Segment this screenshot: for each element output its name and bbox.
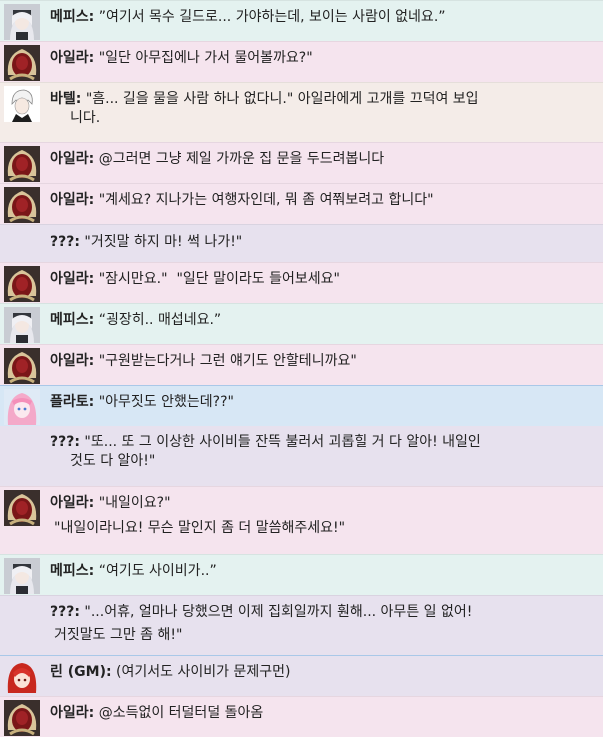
- speaker-name: 린 (GM):: [50, 664, 112, 680]
- speaker-name: ???:: [50, 604, 80, 620]
- speaker-name: 아일라:: [50, 271, 95, 287]
- message-text: @그러면 그냥 제일 가까운 집 문을 두드려봅니다: [98, 151, 385, 167]
- message-text: “여기도 사이비가..”: [98, 563, 217, 579]
- ayla-avatar-icon: [4, 490, 40, 526]
- message-text: ”여기서 목수 길드로... 가야하는데, 보이는 사람이 없네요.”: [98, 9, 446, 25]
- chat-message: 린 (GM): (여기서도 사이비가 문제구먼): [0, 655, 603, 696]
- speaker-name: 메피스:: [50, 9, 95, 25]
- speaker-name: 아일라:: [50, 353, 95, 369]
- speaker-name: ???:: [50, 234, 80, 250]
- chat-message: 아일라: "구원받는다거나 그런 얘기도 안할테니까요": [0, 344, 603, 385]
- rin-avatar-icon: [4, 659, 40, 695]
- ayla-avatar-icon: [4, 700, 40, 736]
- chat-message: 아일라: "내일이요?" "내일이라니요! 무슨 말인지 좀 더 말씀해주세요!…: [0, 486, 603, 554]
- plato-avatar-icon: [4, 389, 40, 425]
- message-text-continued: 거짓말도 그만 좀 해!": [54, 627, 183, 643]
- message-text: "거짓말 하지 마! 썩 나가!": [84, 234, 243, 250]
- message-text: “굉장히.. 매섭네요.”: [98, 312, 222, 328]
- speaker-name: 아일라:: [50, 705, 95, 721]
- message-text-continued: 니다.: [70, 110, 101, 126]
- ayla-avatar-icon: [4, 348, 40, 384]
- mephis-avatar-icon: [4, 558, 40, 594]
- chat-message: 플라토: "아무짓도 안했는데??": [0, 385, 603, 426]
- message-text: "아무짓도 안했는데??": [98, 394, 234, 410]
- message-text: (여기서도 사이비가 문제구먼): [116, 664, 291, 680]
- speaker-name: 아일라:: [50, 495, 95, 511]
- chat-message: 아일라: @소득없이 터덜터덜 돌아옴: [0, 696, 603, 737]
- message-text: @소득없이 터덜터덜 돌아옴: [98, 705, 264, 721]
- chat-message: 메피스: ”여기서 목수 길드로... 가야하는데, 보이는 사람이 없네요.”: [0, 0, 603, 41]
- speaker-name: 메피스:: [50, 563, 95, 579]
- speaker-name: 바텔:: [50, 91, 82, 107]
- chat-message: 아일라: "계세요? 지나가는 여행자인데, 뭐 좀 여쭤보려고 합니다": [0, 183, 603, 224]
- chat-message: 메피스: “여기도 사이비가..”: [0, 554, 603, 595]
- speaker-name: 플라토:: [50, 394, 95, 410]
- mephis-avatar-icon: [4, 4, 40, 40]
- chat-message: 메피스: “굉장히.. 매섭네요.”: [0, 303, 603, 344]
- message-text: "흠... 길을 물을 사람 하나 없다니." 아일라에게 고개를 끄덕여 보입: [85, 91, 479, 107]
- message-text: "일단 아무집에나 가서 물어볼까요?": [98, 50, 313, 66]
- message-text: "구원받는다거나 그런 얘기도 안할테니까요": [98, 353, 357, 369]
- speaker-name: 아일라:: [50, 192, 95, 208]
- mephis-avatar-icon: [4, 307, 40, 343]
- speaker-name: 아일라:: [50, 151, 95, 167]
- chat-message: ???: "거짓말 하지 마! 썩 나가!": [0, 224, 603, 262]
- ayla-avatar-icon: [4, 146, 40, 182]
- speaker-name: 메피스:: [50, 312, 95, 328]
- ayla-avatar-icon: [4, 45, 40, 81]
- message-text-continued: 것도 다 알아!": [70, 453, 156, 469]
- chat-message: ???: "또... 또 그 이상한 사이비들 잔뜩 불러서 괴롭힐 거 다 알…: [0, 426, 603, 486]
- speaker-name: ???:: [50, 434, 80, 450]
- chat-message: 아일라: "일단 아무집에나 가서 물어볼까요?": [0, 41, 603, 82]
- message-text: "내일이요?": [98, 495, 171, 511]
- message-text-line2: "내일이라니요! 무슨 말인지 좀 더 말씀해주세요!": [54, 520, 346, 536]
- chat-message: 바텔: "흠... 길을 물을 사람 하나 없다니." 아일라에게 고개를 끄덕…: [0, 82, 603, 142]
- ayla-avatar-icon: [4, 266, 40, 302]
- message-text: "또... 또 그 이상한 사이비들 잔뜩 불러서 괴롭힐 거 다 알아! 내일…: [84, 434, 481, 450]
- chat-message: ???: "...어휴, 얼마나 당했으면 이제 집회일까지 훤해... 아무튼…: [0, 595, 603, 655]
- batel-avatar-icon: [4, 86, 40, 122]
- message-text: "계세요? 지나가는 여행자인데, 뭐 좀 여쭤보려고 합니다": [98, 192, 434, 208]
- message-text: "...어휴, 얼마나 당했으면 이제 집회일까지 훤해... 아무튼 일 없어…: [84, 604, 473, 620]
- chat-log: 메피스: ”여기서 목수 길드로... 가야하는데, 보이는 사람이 없네요.”…: [0, 0, 603, 737]
- ayla-avatar-icon: [4, 187, 40, 223]
- chat-message: 아일라: "잠시만요." "일단 말이라도 들어보세요": [0, 262, 603, 303]
- message-text: "잠시만요." "일단 말이라도 들어보세요": [98, 271, 340, 287]
- speaker-name: 아일라:: [50, 50, 95, 66]
- chat-message: 아일라: @그러면 그냥 제일 가까운 집 문을 두드려봅니다: [0, 142, 603, 183]
